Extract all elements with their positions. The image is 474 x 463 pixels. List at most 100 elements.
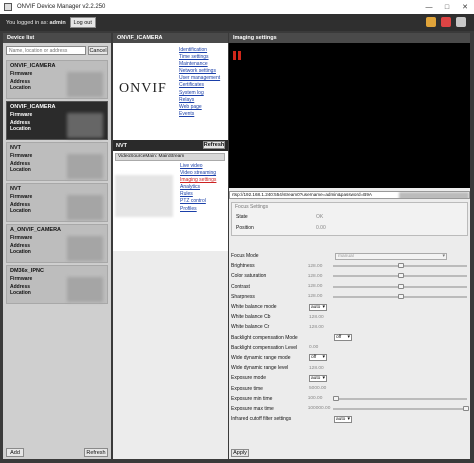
device-item[interactable]: NVT Firmware Address Location: [6, 183, 108, 222]
add-device-button[interactable]: Add: [6, 448, 24, 457]
device-item[interactable]: ONVIF_ICAMERA Firmware Address Location: [6, 60, 108, 99]
device-item[interactable]: DM36x_IPNC Firmware Address Location: [6, 265, 108, 304]
ir-cut-select[interactable]: auto: [334, 415, 352, 423]
focus-mode-row: Focus Mode manual: [231, 251, 467, 261]
device-detail-panel: ONVIF_ICAMERA ONVIF Identification Time s…: [113, 33, 228, 459]
wdr-level-value: 128.00: [309, 365, 324, 371]
imaging-settings-panel: Imaging settings rtsp://192.168.1.240:55…: [229, 33, 470, 459]
device-item[interactable]: NVT Firmware Address Location: [6, 142, 108, 181]
device-name: DM36x_IPNC: [10, 268, 44, 274]
nvt-box: VideoSourceMain: MainStream Live video Vi…: [113, 151, 228, 251]
wdr-mode-row: Wide dynamic range mode off: [231, 353, 467, 363]
setting-slider[interactable]: [333, 273, 467, 279]
redacted-info: [67, 195, 103, 220]
exposure-min-value: 100.00: [307, 396, 323, 402]
redacted-info: [67, 236, 103, 261]
pause-icon[interactable]: [233, 51, 241, 60]
nvt-link[interactable]: Imaging settings: [180, 177, 216, 184]
stream-url: rtsp://192.168.1.240:554/stream0?usernam…: [229, 191, 470, 199]
slider-knob[interactable]: [398, 293, 405, 299]
slider-label: Brightness: [231, 263, 255, 270]
device-link[interactable]: System log: [179, 90, 220, 97]
folder-icon[interactable]: [426, 17, 436, 27]
logout-button[interactable]: Log out: [69, 17, 96, 28]
nvt-links: Live video Video streaming Imaging setting…: [180, 163, 216, 213]
focus-mode-select[interactable]: manual: [335, 252, 447, 260]
window-titlebar: ONVIF Device Manager v2.2.250 — □ ✕: [0, 0, 474, 14]
nvt-link[interactable]: Video streaming: [180, 170, 216, 177]
nvt-link[interactable]: PTZ control: [180, 198, 216, 205]
device-link[interactable]: Relays: [179, 97, 220, 104]
nvt-refresh-button[interactable]: Refresh: [203, 141, 225, 149]
nvt-link[interactable]: Analytics: [180, 184, 216, 191]
apply-button[interactable]: Apply: [231, 449, 249, 457]
device-list-panel: Device list Cancel ONVIF_ICAMERAFirmware…: [3, 33, 111, 459]
device-link[interactable]: Identification: [179, 47, 220, 54]
slider-row: Sharpness 128.00: [231, 292, 467, 302]
slider-knob[interactable]: [398, 263, 405, 269]
close-icon[interactable]: ✕: [456, 0, 474, 14]
device-link[interactable]: Time settings: [179, 54, 220, 61]
device-item[interactable]: A_ONVIF_CAMERA Firmware Address Location: [6, 224, 108, 263]
nvt-link[interactable]: Live video: [180, 163, 216, 170]
device-link[interactable]: Certificates: [179, 82, 220, 89]
device-name: ONVIF_ICAMERA: [10, 104, 56, 110]
nvt-link[interactable]: Rules: [180, 191, 216, 198]
login-status: You logged in as: admin: [6, 19, 66, 26]
exposure-min-row: Exposure min time 100.00: [231, 394, 467, 404]
device-link[interactable]: Maintenance: [179, 61, 220, 68]
wb-cr-row: White balance Cr 128.00: [231, 322, 467, 332]
video-thumbnail[interactable]: [115, 175, 173, 217]
slider-row: Contrast 128.00: [231, 282, 467, 292]
exposure-max-value: 100000.00: [307, 406, 331, 412]
focus-settings-group: Focus Settings State OK Position 0.00: [231, 202, 468, 236]
redacted-info: [67, 113, 103, 138]
focus-state-label: State: [236, 214, 248, 220]
stream-name: VideoSourceMain: MainStream: [115, 153, 225, 161]
wdr-level-row: Wide dynamic range level 128.00: [231, 363, 467, 373]
redacted-info: [67, 154, 103, 179]
slider-value: 128.00: [307, 273, 323, 279]
slider-knob[interactable]: [333, 395, 340, 401]
backlight-mode-row: Backlight compensation Mode off: [231, 333, 467, 343]
live-video[interactable]: [229, 43, 470, 188]
device-name: ONVIF_ICAMERA: [10, 63, 56, 69]
slider-knob[interactable]: [463, 405, 470, 411]
exposure-max-row: Exposure max time 100000.00: [231, 404, 470, 414]
settings-icon[interactable]: [456, 17, 466, 27]
backlight-level-row: Backlight compensation Level 0.00: [231, 343, 467, 353]
slider-value: 128.00: [307, 263, 323, 269]
exposure-mode-row: Exposure mode auto: [231, 373, 467, 383]
setting-slider[interactable]: [333, 283, 467, 289]
nvt-header: NVT Refresh: [113, 140, 228, 151]
backlight-mode-select[interactable]: off: [334, 334, 352, 342]
focus-position-value: 0.00: [316, 225, 326, 231]
ir-cut-row: Infrared cutoff filter settings auto: [231, 414, 467, 424]
setting-slider[interactable]: [333, 263, 467, 269]
nvt-label: NVT: [116, 142, 127, 149]
exposure-max-slider[interactable]: [333, 405, 470, 411]
imaging-settings-list: Focus Mode manual Brightness128.00Color …: [231, 251, 470, 424]
setting-slider[interactable]: [333, 293, 467, 299]
white-balance-mode-select[interactable]: auto: [309, 303, 327, 311]
slider-knob[interactable]: [398, 283, 405, 289]
device-link[interactable]: Web page: [179, 104, 220, 111]
wdr-mode-select[interactable]: off: [309, 354, 327, 362]
device-item[interactable]: ONVIF_ICAMERA Firmware Address Location: [6, 101, 108, 140]
slider-knob[interactable]: [398, 273, 405, 279]
device-link[interactable]: Events: [179, 111, 220, 118]
device-link[interactable]: Network settings: [179, 68, 220, 75]
maximize-icon[interactable]: □: [438, 0, 456, 14]
device-detail-header: ONVIF_ICAMERA: [113, 33, 228, 43]
exposure-mode-select[interactable]: auto: [309, 374, 327, 382]
language-icon[interactable]: [441, 17, 451, 27]
nvt-link[interactable]: Profiles: [180, 206, 216, 213]
exposure-min-slider[interactable]: [333, 395, 467, 401]
device-search-input[interactable]: [6, 46, 86, 55]
imaging-header: Imaging settings: [229, 33, 470, 43]
cancel-search-button[interactable]: Cancel: [88, 46, 108, 55]
device-list-header: Device list: [3, 33, 111, 43]
minimize-icon[interactable]: —: [420, 0, 438, 14]
device-link[interactable]: User management: [179, 75, 220, 82]
refresh-devices-button[interactable]: Refresh: [84, 448, 108, 457]
